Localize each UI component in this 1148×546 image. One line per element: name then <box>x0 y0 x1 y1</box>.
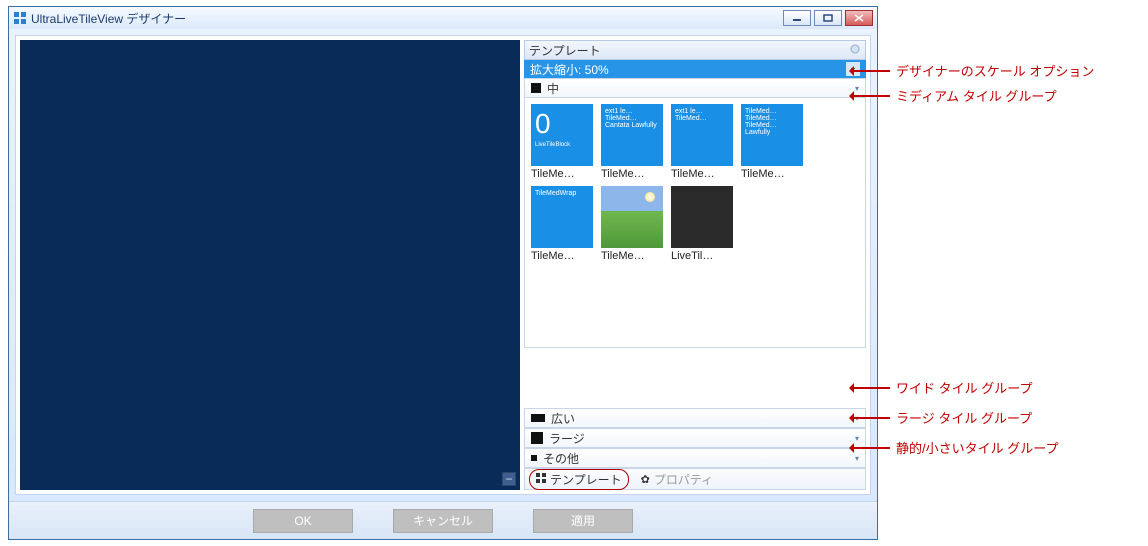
designer-window: UltraLiveTileView デザイナー − テンプレート <box>8 6 878 540</box>
arrow-left-icon <box>850 387 890 389</box>
annotation-large: ラージ タイル グループ <box>850 408 1032 427</box>
tile-label: TileMe… <box>601 168 663 180</box>
ok-button[interactable]: OK <box>253 509 353 533</box>
tile-thumbnail <box>601 186 663 248</box>
annotation-zoom: デザイナーのスケール オプション <box>850 61 1094 80</box>
tile-item[interactable]: ext1 le… TileMed… TileMe… <box>671 104 733 180</box>
cancel-button[interactable]: キャンセル <box>393 509 493 533</box>
group-label: 広い <box>551 410 575 427</box>
tab-properties[interactable]: ✿ プロパティ <box>635 470 720 489</box>
tile-label: TileMe… <box>741 168 803 180</box>
tile-thumbnail: TileMed… TileMed… TileMed… Lawfully <box>741 104 803 166</box>
tile-thumbnail <box>671 186 733 248</box>
tile-thumbnail: ext1 le… TileMed… <box>671 104 733 166</box>
canvas-collapse-button[interactable]: − <box>502 472 516 486</box>
tab-templates[interactable]: テンプレート <box>529 469 629 490</box>
gear-icon: ✿ <box>641 473 650 486</box>
panel-header: テンプレート <box>524 40 866 60</box>
annotation-wide: ワイド タイル グループ <box>850 378 1032 397</box>
apply-button[interactable]: 適用 <box>533 509 633 533</box>
template-panel: テンプレート 拡大縮小: 50% ▾ 中 ▾ 0 <box>524 40 866 490</box>
group-header-other[interactable]: その他 ▾ <box>524 448 866 468</box>
bottom-tabstrip: テンプレート ✿ プロパティ <box>524 468 866 490</box>
zoom-label: 拡大縮小: 50% <box>530 61 609 78</box>
zoom-bar[interactable]: 拡大縮小: 50% ▾ <box>524 60 866 78</box>
tile-item[interactable]: TileMe… <box>601 186 663 262</box>
content-area: − テンプレート 拡大縮小: 50% ▾ 中 ▾ <box>15 35 871 495</box>
tab-label: プロパティ <box>654 471 713 488</box>
square-icon <box>531 414 545 422</box>
group-header-wide[interactable]: 広い ▾ <box>524 408 866 428</box>
grid-icon <box>536 473 546 486</box>
tile-label: TileMe… <box>671 168 733 180</box>
tile-label: TileMe… <box>531 168 593 180</box>
tile-label: TileMe… <box>531 250 593 262</box>
tile-item[interactable]: ext1 le… TileMed… Cantata Lawfully TileM… <box>601 104 663 180</box>
annotation-other: 静的/小さいタイル グループ <box>850 438 1058 457</box>
square-icon <box>531 83 541 93</box>
group-label: 中 <box>547 80 559 97</box>
group-header-medium[interactable]: 中 ▾ <box>524 78 866 98</box>
tile-item[interactable]: LiveTil… <box>671 186 733 262</box>
arrow-left-icon <box>850 417 890 419</box>
tile-thumbnail: 0 LiveTileBlock <box>531 104 593 166</box>
design-canvas[interactable]: − <box>20 40 520 490</box>
annotation-medium: ミディアム タイル グループ <box>850 86 1057 105</box>
tile-item[interactable]: TileMed… TileMed… TileMed… Lawfully Tile… <box>741 104 803 180</box>
app-icon <box>13 11 27 25</box>
tile-label: TileMe… <box>601 250 663 262</box>
panel-title: テンプレート <box>529 42 601 59</box>
tile-label: LiveTil… <box>671 250 733 262</box>
tile-item[interactable]: 0 LiveTileBlock TileMe… <box>531 104 593 180</box>
arrow-left-icon <box>850 70 890 72</box>
tile-gallery-medium: 0 LiveTileBlock TileMe… ext1 le… TileMed… <box>524 98 866 348</box>
maximize-button[interactable] <box>814 10 842 26</box>
group-label: ラージ <box>549 430 585 447</box>
window-title: UltraLiveTileView デザイナー <box>31 10 186 27</box>
tile-item[interactable]: TileMedWrap TileMe… <box>531 186 593 262</box>
pin-icon[interactable] <box>849 43 861 58</box>
tile-thumbnail: ext1 le… TileMed… Cantata Lawfully <box>601 104 663 166</box>
close-button[interactable] <box>845 10 873 26</box>
minimize-button[interactable] <box>783 10 811 26</box>
square-icon <box>531 432 543 444</box>
dialog-button-bar: OK キャンセル 適用 <box>9 501 877 539</box>
tile-thumbnail: TileMedWrap <box>531 186 593 248</box>
arrow-left-icon <box>850 95 890 97</box>
group-label: その他 <box>543 450 579 467</box>
titlebar[interactable]: UltraLiveTileView デザイナー <box>9 7 877 29</box>
square-icon <box>531 455 537 461</box>
arrow-left-icon <box>850 447 890 449</box>
group-header-large[interactable]: ラージ ▾ <box>524 428 866 448</box>
tab-label: テンプレート <box>550 471 622 488</box>
